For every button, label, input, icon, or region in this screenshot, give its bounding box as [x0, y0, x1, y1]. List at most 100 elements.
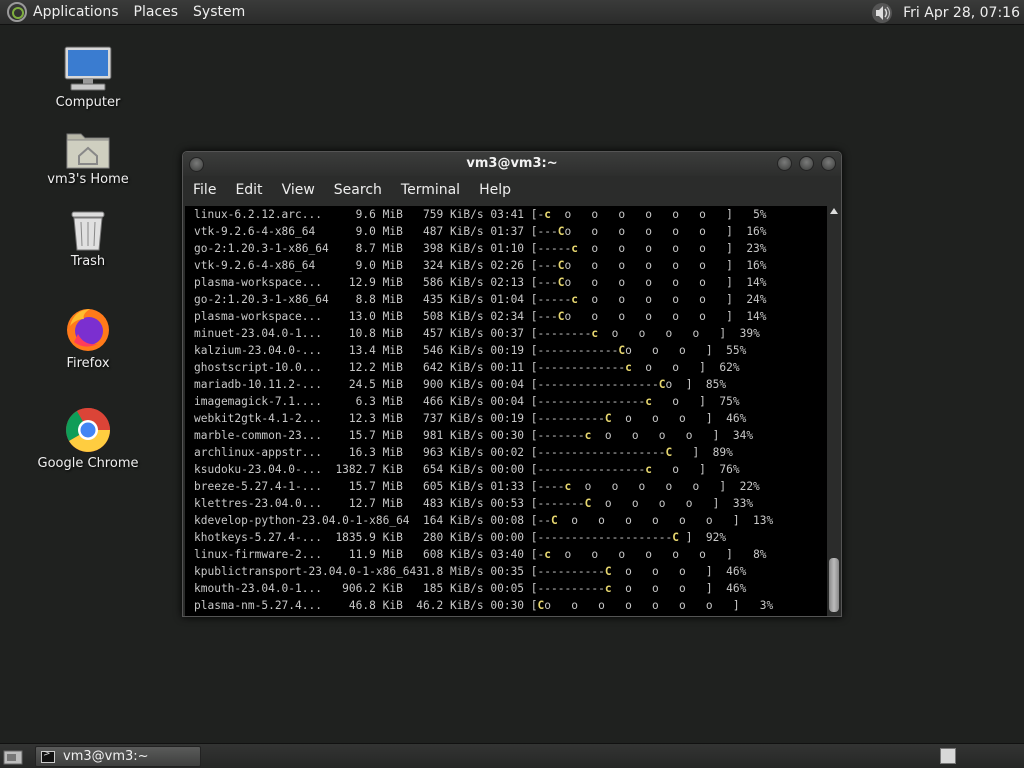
terminal-line-progress: o o o ] 46%	[611, 565, 747, 578]
window-titlebar[interactable]: vm3@vm3:~	[183, 152, 841, 176]
menu-places[interactable]: Places	[128, 4, 188, 20]
menu-edit[interactable]: Edit	[235, 182, 262, 198]
desktop-icon-computer[interactable]: Computer	[33, 45, 143, 110]
terminal-line: mariadb-10.11.2-... 24.5 MiB 900 KiB/s 0…	[194, 376, 827, 393]
terminal-line: klettres-23.04.0... 12.7 MiB 483 KiB/s 0…	[194, 495, 827, 512]
taskbar-label: vm3@vm3:~	[63, 749, 149, 764]
scrollbar-thumb[interactable]	[829, 558, 839, 612]
terminal-line-progress: o o o o ] 34%	[591, 429, 754, 442]
terminal-line-text: kdevelop-python-23.04.0-1-x86_64 164 KiB…	[194, 514, 551, 527]
window-controls	[777, 156, 836, 171]
terminal-line: archlinux-appstr... 16.3 MiB 963 KiB/s 0…	[194, 444, 827, 461]
desktop-icon-firefox[interactable]: Firefox	[33, 306, 143, 371]
desktop-icon-label: Trash	[70, 254, 106, 269]
terminal-line-progress: o ] 85%	[665, 378, 727, 391]
taskbar-terminal-button[interactable]: vm3@vm3:~	[35, 746, 201, 767]
progress-pacman: c	[544, 208, 551, 221]
desktop-icon-home[interactable]: vm3's Home	[33, 128, 143, 187]
terminal-icon	[41, 749, 55, 763]
terminal-line-progress: o o o o o o ] 14%	[564, 310, 767, 323]
progress-pacman: C	[550, 514, 558, 527]
show-desktop-icon[interactable]	[3, 747, 23, 765]
terminal-line-progress: o o o o o o ] 13%	[557, 514, 774, 527]
menu-view[interactable]: View	[282, 182, 315, 198]
terminal-line: go-2:1.20.3-1-x86_64 8.7 MiB 398 KiB/s 0…	[194, 240, 827, 257]
terminal-line-progress: o ] 75%	[652, 395, 740, 408]
terminal-line-text: kmouth-23.04.0-1... 906.2 KiB 185 KiB/s …	[194, 582, 605, 595]
terminal-line-progress: o o o o o o ] 8%	[551, 548, 767, 561]
progress-pacman: C	[604, 412, 612, 425]
terminal-line-progress: o o o o ] 39%	[598, 327, 760, 340]
terminal-line-text: kalzium-23.04.0-... 13.4 MiB 546 KiB/s 0…	[194, 344, 619, 357]
terminal-line: kalzium-23.04.0-... 13.4 MiB 546 KiB/s 0…	[194, 342, 827, 359]
bottom-panel: vm3@vm3:~	[0, 743, 1024, 768]
menu-applications[interactable]: Applications	[33, 4, 128, 20]
terminal-line-progress: o o o o o o ] 5%	[551, 208, 767, 221]
terminal-line-progress: o o o o o o ] 16%	[564, 259, 767, 272]
terminal-line-progress: o o o ] 46%	[611, 412, 747, 425]
desktop-icon-label: Computer	[55, 95, 121, 110]
terminal-line-text: ghostscript-10.0... 12.2 MiB 642 KiB/s 0…	[194, 361, 626, 374]
close-button[interactable]	[821, 156, 836, 171]
progress-pacman: c	[604, 582, 612, 595]
terminal-line: ksudoku-23.04.0-... 1382.7 KiB 654 KiB/s…	[194, 461, 827, 478]
terminal-line-progress: o o o o o o ] 14%	[564, 276, 767, 289]
workspace-switcher[interactable]	[940, 748, 956, 764]
menu-terminal[interactable]: Terminal	[401, 182, 460, 198]
terminal-line: vtk-9.2.6-4-x86_64 9.0 MiB 324 KiB/s 02:…	[194, 257, 827, 274]
terminal-line: ghostscript-10.0... 12.2 MiB 642 KiB/s 0…	[194, 359, 827, 376]
progress-pacman: c	[625, 361, 632, 374]
terminal-line-text: archlinux-appstr... 16.3 MiB 963 KiB/s 0…	[194, 446, 666, 459]
terminal-line-text: plasma-nm-5.27.4... 46.8 KiB 46.2 KiB/s …	[194, 599, 538, 612]
menu-system[interactable]: System	[187, 4, 254, 20]
terminal-window[interactable]: vm3@vm3:~ File Edit View Search Terminal…	[182, 151, 842, 617]
progress-pacman: c	[544, 548, 551, 561]
terminal-output[interactable]: linux-6.2.12.arc... 9.6 MiB 759 KiB/s 03…	[185, 206, 827, 616]
desktop-icon-label: Firefox	[66, 356, 110, 371]
menu-help[interactable]: Help	[479, 182, 511, 198]
terminal-menubar: File Edit View Search Terminal Help	[183, 176, 841, 204]
panel-tray: Fri Apr 28, 07:16	[871, 0, 1024, 25]
terminal-line-progress: o o ] 62%	[631, 361, 740, 374]
home-folder-icon	[66, 133, 110, 169]
terminal-line-progress: o o o o o ] 23%	[577, 242, 767, 255]
terminal-line: go-2:1.20.3-1-x86_64 8.8 MiB 435 KiB/s 0…	[194, 291, 827, 308]
desktop-icon-trash[interactable]: Trash	[33, 208, 143, 269]
window-menu-button[interactable]	[189, 157, 204, 172]
terminal-line-text: vtk-9.2.6-4-x86_64 9.0 MiB 487 KiB/s 01:…	[194, 225, 558, 238]
terminal-line: vtk-9.2.6-4-x86_64 9.0 MiB 487 KiB/s 01:…	[194, 223, 827, 240]
terminal-line: webkit2gtk-4.1-2... 12.3 MiB 737 KiB/s 0…	[194, 410, 827, 427]
terminal-line-text: webkit2gtk-4.1-2... 12.3 MiB 737 KiB/s 0…	[194, 412, 605, 425]
terminal-line-progress: o o o o o o ] 16%	[564, 225, 767, 238]
terminal-line: imagemagick-7.1.... 6.3 MiB 466 KiB/s 00…	[194, 393, 827, 410]
terminal-line-text: marble-common-23... 15.7 MiB 981 KiB/s 0…	[194, 429, 585, 442]
menu-search[interactable]: Search	[334, 182, 382, 198]
progress-pacman: c	[571, 242, 578, 255]
terminal-line: kmouth-23.04.0-1... 906.2 KiB 185 KiB/s …	[194, 580, 827, 597]
terminal-line-text: go-2:1.20.3-1-x86_64 8.7 MiB 398 KiB/s 0…	[194, 242, 572, 255]
terminal-line-text: ksudoku-23.04.0-... 1382.7 KiB 654 KiB/s…	[194, 463, 646, 476]
terminal-line-progress: o ] 76%	[652, 463, 740, 476]
terminal-scrollbar[interactable]	[827, 206, 841, 616]
terminal-line-text: plasma-workspace... 13.0 MiB 508 KiB/s 0…	[194, 310, 558, 323]
terminal-line: plasma-workspace... 12.9 MiB 586 KiB/s 0…	[194, 274, 827, 291]
chrome-icon	[66, 408, 110, 452]
terminal-line-progress: o o o ] 55%	[625, 344, 747, 357]
desktop-icon-label: Google Chrome	[37, 456, 139, 471]
minimize-button[interactable]	[777, 156, 792, 171]
desktop-icon-chrome[interactable]: Google Chrome	[33, 406, 143, 471]
terminal-line-text: mariadb-10.11.2-... 24.5 MiB 900 KiB/s 0…	[194, 378, 659, 391]
maximize-button[interactable]	[799, 156, 814, 171]
terminal-line-text: breeze-5.27.4-1-... 15.7 MiB 605 KiB/s 0…	[194, 480, 565, 493]
scroll-up-arrow-icon[interactable]	[830, 208, 838, 214]
terminal-line-text: linux-6.2.12.arc... 9.6 MiB 759 KiB/s 03…	[194, 208, 545, 221]
terminal-line: marble-common-23... 15.7 MiB 981 KiB/s 0…	[194, 427, 827, 444]
menu-file[interactable]: File	[193, 182, 216, 198]
desktop-icon-label: vm3's Home	[47, 172, 129, 187]
volume-icon[interactable]	[871, 2, 893, 24]
distro-logo-icon[interactable]	[7, 2, 27, 22]
clock[interactable]: Fri Apr 28, 07:16	[903, 5, 1024, 21]
terminal-line-progress: o o o ] 46%	[611, 582, 747, 595]
terminal-line-progress: ] 92%	[678, 531, 727, 544]
window-title: vm3@vm3:~	[466, 156, 558, 171]
